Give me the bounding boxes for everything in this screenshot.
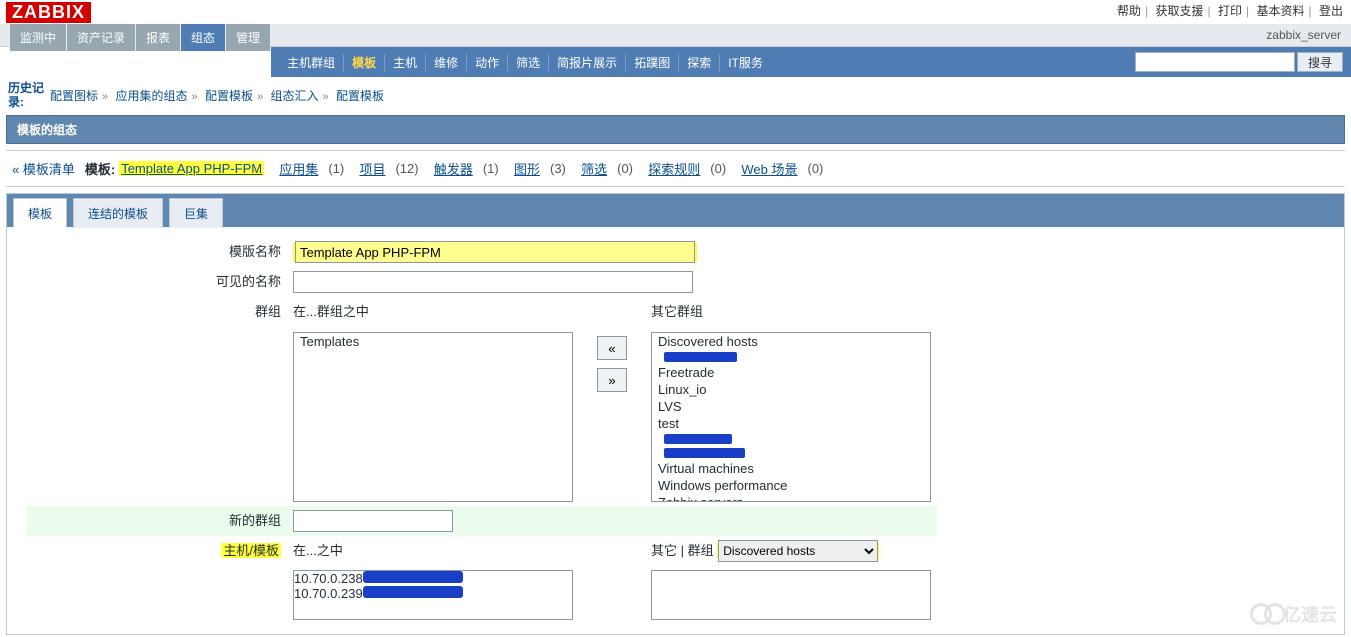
history-label: 历史记录: <box>8 81 50 109</box>
ftab-linked[interactable]: 连结的模板 <box>73 198 163 228</box>
groups-label: 群组 <box>27 297 287 328</box>
subnav-maintenance[interactable]: 维修 <box>426 54 467 71</box>
other-group-label: 其它群组 <box>651 301 931 320</box>
list-item[interactable]: Windows performance <box>652 477 930 494</box>
tab-admin[interactable]: 管理 <box>226 24 270 51</box>
top-links: 帮助| 获取支援| 打印| 基本资料| 登出 <box>1117 2 1343 19</box>
crumb-1[interactable]: 应用集的组态 <box>115 89 187 103</box>
name-input[interactable] <box>295 241 695 263</box>
help-link[interactable]: 帮助 <box>1117 4 1141 18</box>
tab-config[interactable]: 组态 <box>181 24 225 51</box>
watermark: 亿速云 <box>1250 601 1337 627</box>
list-item[interactable] <box>652 432 930 446</box>
list-item[interactable]: 10.70.0.238 <box>294 571 572 586</box>
form-area: 模板 连结的模板 巨集 模版名称 可见的名称 群组 在...群组之中 <box>6 193 1345 635</box>
list-item[interactable]: Freetrade <box>652 364 930 381</box>
section-title: 模板的组态 <box>6 115 1345 144</box>
move-right-button[interactable]: » <box>597 368 627 392</box>
crumb-0[interactable]: 配置图标 <box>50 89 98 103</box>
subnav-itservice[interactable]: IT服务 <box>720 54 771 71</box>
list-item[interactable]: test <box>652 415 930 432</box>
visible-label: 可见的名称 <box>27 267 287 297</box>
subnav-templates[interactable]: 模板 <box>344 54 385 71</box>
profile-link[interactable]: 基本资料 <box>1257 4 1305 18</box>
counter-triggers[interactable]: 触发器 <box>434 159 473 178</box>
ftab-macros[interactable]: 巨集 <box>169 198 223 228</box>
info-bar: « 模板清单 模板: Template App PHP-FPM 应用集(1) 项… <box>6 150 1345 187</box>
subnav-topo[interactable]: 拓蹼图 <box>626 54 679 71</box>
list-item[interactable]: Linux_io <box>652 381 930 398</box>
counter-graphs[interactable]: 图形 <box>514 159 540 178</box>
visible-input[interactable] <box>293 271 693 293</box>
list-item[interactable]: Discovered hosts <box>652 333 930 350</box>
move-left-button[interactable]: « <box>597 336 627 360</box>
counter-discover[interactable]: 探索规则 <box>648 159 700 178</box>
list-item[interactable]: Virtual machines <box>652 460 930 477</box>
logout-link[interactable]: 登出 <box>1319 4 1343 18</box>
hosts-other-list[interactable] <box>651 570 931 620</box>
counter-filter[interactable]: 筛选 <box>581 159 607 178</box>
hosts-in-list[interactable]: 10.70.0.238 10.70.0.239 <box>293 570 573 620</box>
new-group-label: 新的群组 <box>27 506 287 536</box>
subnav: 主机群组 模板 主机 维修 动作 筛选 简报片展示 拓蹼图 探索 IT服务 搜寻 <box>271 47 1351 77</box>
other-groups-list[interactable]: Discovered hosts FreetradeLinux_ioLVStest… <box>651 332 931 502</box>
new-group-input[interactable] <box>293 510 453 532</box>
subnav-discover[interactable]: 探索 <box>679 54 720 71</box>
list-item[interactable]: Templates <box>294 333 572 350</box>
server-name: zabbix_server <box>1266 28 1341 42</box>
subnav-filter[interactable]: 筛选 <box>508 54 549 71</box>
name-label: 模版名称 <box>27 237 287 267</box>
tab-inventory[interactable]: 资产记录 <box>67 24 135 51</box>
search-input[interactable] <box>1135 52 1295 72</box>
search-button[interactable]: 搜寻 <box>1297 52 1343 72</box>
tab-monitor[interactable]: 监测中 <box>10 24 66 51</box>
ftab-template[interactable]: 模板 <box>13 198 67 228</box>
host-other-select[interactable]: Discovered hosts <box>718 540 878 562</box>
list-item[interactable] <box>652 446 930 460</box>
logo: ZABBIX <box>6 2 91 23</box>
back-link[interactable]: « 模板清单 <box>12 159 75 178</box>
crumb-4[interactable]: 配置模板 <box>336 89 384 103</box>
crumb-2[interactable]: 配置模板 <box>205 89 253 103</box>
tab-reports[interactable]: 报表 <box>136 24 180 51</box>
list-item[interactable]: 10.70.0.239 <box>294 586 572 601</box>
host-other-label: 其它 | 群组 <box>651 543 714 558</box>
list-item[interactable]: LVS <box>652 398 930 415</box>
list-item[interactable]: Zabbix servers <box>652 494 930 502</box>
in-group-label: 在...群组之中 <box>293 301 573 320</box>
host-in-label: 在...之中 <box>293 543 343 558</box>
subnav-hostgroups[interactable]: 主机群组 <box>279 54 344 71</box>
list-item[interactable] <box>652 350 930 364</box>
subnav-slide[interactable]: 简报片展示 <box>549 54 626 71</box>
crumb-3[interactable]: 组态汇入 <box>270 89 318 103</box>
history-row: 历史记录: 配置图标» 应用集的组态» 配置模板» 组态汇入» 配置模板 <box>0 77 1351 113</box>
template-name-link[interactable]: Template App PHP-FPM <box>121 161 262 176</box>
support-link[interactable]: 获取支援 <box>1156 4 1204 18</box>
subnav-hosts[interactable]: 主机 <box>385 54 426 71</box>
template-label: 模板: <box>85 159 115 178</box>
counter-items[interactable]: 项目 <box>359 159 385 178</box>
host-template-label: 主机/模板 <box>221 543 281 558</box>
print-link[interactable]: 打印 <box>1218 4 1242 18</box>
counter-apps[interactable]: 应用集 <box>279 159 318 178</box>
counter-web[interactable]: Web 场景 <box>741 159 797 178</box>
subnav-actions[interactable]: 动作 <box>467 54 508 71</box>
in-groups-list[interactable]: Templates <box>293 332 573 502</box>
form-tabs: 模板 连结的模板 巨集 <box>7 194 1344 227</box>
